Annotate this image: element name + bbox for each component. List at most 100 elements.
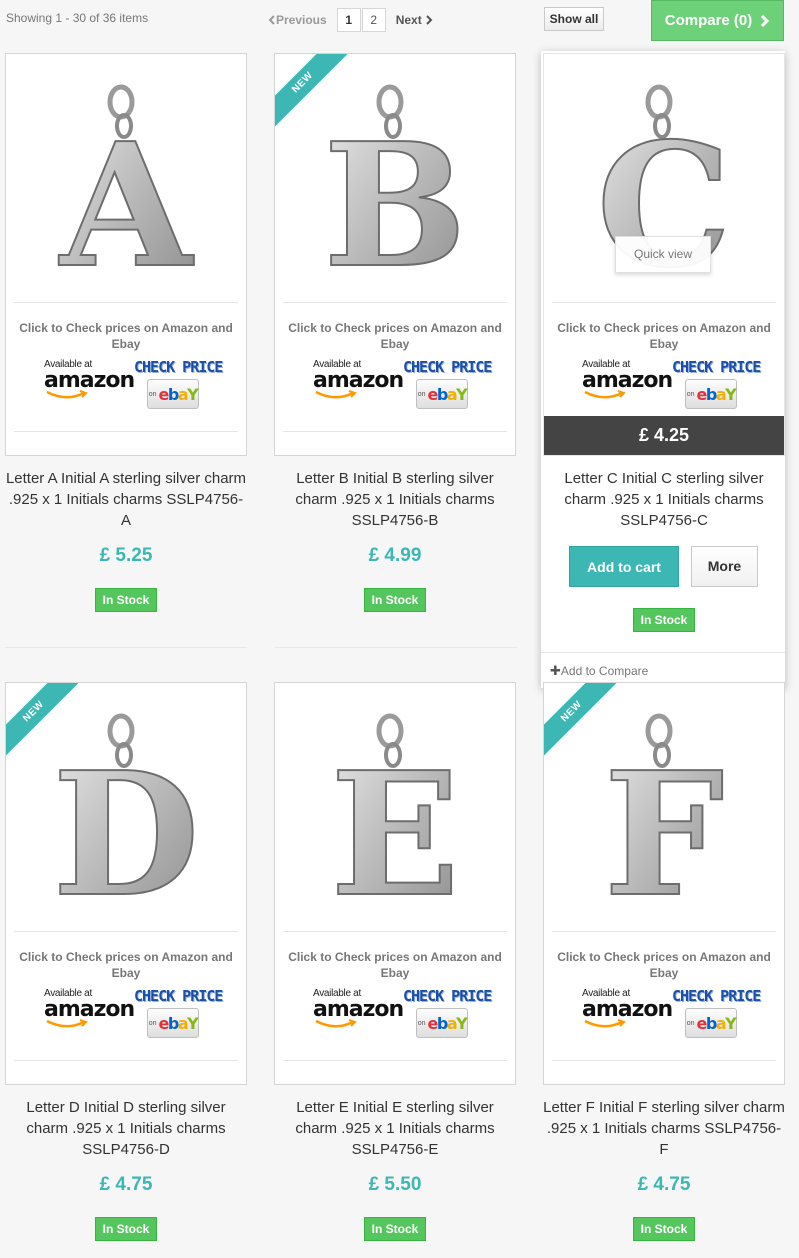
- divider: [14, 431, 238, 432]
- check-price-label: CHECK PRICE: [672, 358, 761, 376]
- ebay-logo: ebaY: [427, 384, 468, 404]
- divider: [283, 302, 507, 303]
- divider: [552, 302, 776, 303]
- amazon-logo: amazon: [313, 997, 404, 1022]
- in-stock-badge: In Stock: [633, 1217, 695, 1241]
- on-label: on: [148, 390, 157, 398]
- amazon-logo: amazon: [313, 368, 404, 393]
- ebay-logo: ebaY: [696, 384, 737, 404]
- in-stock-badge: In Stock: [364, 588, 426, 612]
- product-name[interactable]: Letter E Initial E sterling silver charm…: [274, 1097, 516, 1160]
- new-ribbon: NEW: [275, 54, 351, 130]
- divider: [14, 1060, 238, 1061]
- on-label: on: [417, 1019, 426, 1027]
- divider: [283, 431, 507, 432]
- more-button[interactable]: More: [691, 546, 758, 587]
- product-price: £ 4.75: [637, 1174, 691, 1195]
- product-name[interactable]: Letter D Initial D sterling silver charm…: [5, 1097, 247, 1160]
- divider: [14, 302, 238, 303]
- on-label: on: [148, 1019, 157, 1027]
- product-name[interactable]: Letter B Initial B sterling silver charm…: [274, 468, 516, 531]
- amazon-badge[interactable]: Available at amazon: [313, 359, 404, 407]
- svg-text:A: A: [58, 106, 194, 300]
- check-prices-text[interactable]: Click to Check prices on Amazon and Ebay: [14, 949, 238, 981]
- compare-button[interactable]: Compare (0): [651, 0, 784, 41]
- row-divider: [5, 647, 247, 648]
- page-2[interactable]: 2: [361, 8, 386, 32]
- show-all-button[interactable]: Show all: [544, 7, 604, 31]
- add-to-cart-button[interactable]: Add to cart: [569, 546, 679, 587]
- product-image-box: B Click to Check prices on Amazon and Eb…: [274, 53, 516, 456]
- pagination: Previous 1 2 Next: [268, 8, 433, 32]
- amazon-badge[interactable]: Available at amazon: [44, 359, 135, 407]
- svg-text:E: E: [330, 735, 460, 929]
- chevron-right-icon: [761, 14, 770, 27]
- product-name[interactable]: Letter C Initial C sterling silver charm…: [543, 468, 785, 531]
- ebay-logo: ebaY: [158, 384, 199, 404]
- divider: [552, 1060, 776, 1061]
- check-prices-text[interactable]: Click to Check prices on Amazon and Ebay: [283, 320, 507, 352]
- hover-price-bar: £ 4.25: [544, 416, 784, 455]
- product-price: £ 4.99: [368, 545, 422, 566]
- check-price-label: CHECK PRICE: [134, 358, 223, 376]
- divider: [14, 931, 238, 932]
- amazon-logo: amazon: [582, 368, 673, 393]
- ebay-logo: ebaY: [158, 1013, 199, 1033]
- chevron-right-icon: [426, 15, 433, 25]
- in-stock-badge: In Stock: [95, 588, 157, 612]
- product-name[interactable]: Letter A Initial A sterling silver charm…: [5, 468, 247, 531]
- product-image-box: F Click to Check prices on Amazon and Eb…: [543, 682, 785, 1085]
- new-ribbon: NEW: [6, 683, 82, 759]
- on-label: on: [686, 390, 695, 398]
- ebay-button[interactable]: on ebaY: [147, 379, 199, 409]
- ebay-button[interactable]: on ebaY: [416, 379, 468, 409]
- page-1[interactable]: 1: [336, 8, 361, 32]
- check-price-label: CHECK PRICE: [672, 987, 761, 1005]
- ebay-button[interactable]: on ebaY: [685, 379, 737, 409]
- ebay-logo: ebaY: [427, 1013, 468, 1033]
- amazon-badge[interactable]: Available at amazon: [582, 988, 673, 1036]
- chevron-left-icon: [268, 15, 275, 25]
- divider: [283, 1060, 507, 1061]
- check-price-label: CHECK PRICE: [134, 987, 223, 1005]
- check-prices-text[interactable]: Click to Check prices on Amazon and Ebay: [283, 949, 507, 981]
- amazon-logo: amazon: [44, 368, 135, 393]
- product-price: £ 5.50: [368, 1174, 422, 1195]
- divider: [552, 931, 776, 932]
- new-label: NEW: [544, 683, 620, 759]
- previous-page-link[interactable]: Previous: [268, 13, 327, 27]
- check-prices-text[interactable]: Click to Check prices on Amazon and Ebay: [14, 320, 238, 352]
- plus-icon: ✚: [550, 663, 561, 678]
- on-label: on: [417, 390, 426, 398]
- ebay-button[interactable]: on ebaY: [685, 1008, 737, 1038]
- quick-view-button[interactable]: Quick view: [615, 236, 711, 273]
- amazon-logo: amazon: [582, 997, 673, 1022]
- svg-text:B: B: [323, 106, 467, 300]
- amazon-badge[interactable]: Available at amazon: [582, 359, 673, 407]
- new-label: NEW: [6, 683, 82, 759]
- check-prices-text[interactable]: Click to Check prices on Amazon and Ebay: [552, 949, 776, 981]
- charm-image[interactable]: E: [295, 689, 495, 929]
- add-to-compare-link[interactable]: ✚Add to Compare: [541, 652, 785, 688]
- showing-count: Showing 1 - 30 of 36 items: [6, 11, 149, 25]
- amazon-badge[interactable]: Available at amazon: [313, 988, 404, 1036]
- svg-text:D: D: [52, 735, 199, 929]
- check-prices-text[interactable]: Click to Check prices on Amazon and Ebay: [552, 320, 776, 352]
- ebay-button[interactable]: on ebaY: [416, 1008, 468, 1038]
- ebay-button[interactable]: on ebaY: [147, 1008, 199, 1038]
- charm-image[interactable]: A: [26, 60, 226, 300]
- next-page-link[interactable]: Next: [396, 13, 433, 27]
- on-label: on: [686, 1019, 695, 1027]
- add-to-compare-label: Add to Compare: [560, 664, 649, 678]
- in-stock-badge: In Stock: [633, 608, 695, 632]
- amazon-badge[interactable]: Available at amazon: [44, 988, 135, 1036]
- product-list-toolbar: Showing 1 - 30 of 36 items Previous 1 2 …: [0, 0, 799, 44]
- product-image-box: A Click to Check prices on Amazon and Eb…: [5, 53, 247, 456]
- row-divider: [275, 647, 517, 648]
- product-image-box: E Click to Check prices on Amazon and Eb…: [274, 682, 516, 1085]
- next-label: Next: [395, 13, 422, 27]
- product-name[interactable]: Letter F Initial F sterling silver charm…: [543, 1097, 785, 1160]
- in-stock-badge: In Stock: [364, 1217, 426, 1241]
- compare-label: Compare (0): [664, 12, 753, 29]
- check-price-label: CHECK PRICE: [403, 358, 492, 376]
